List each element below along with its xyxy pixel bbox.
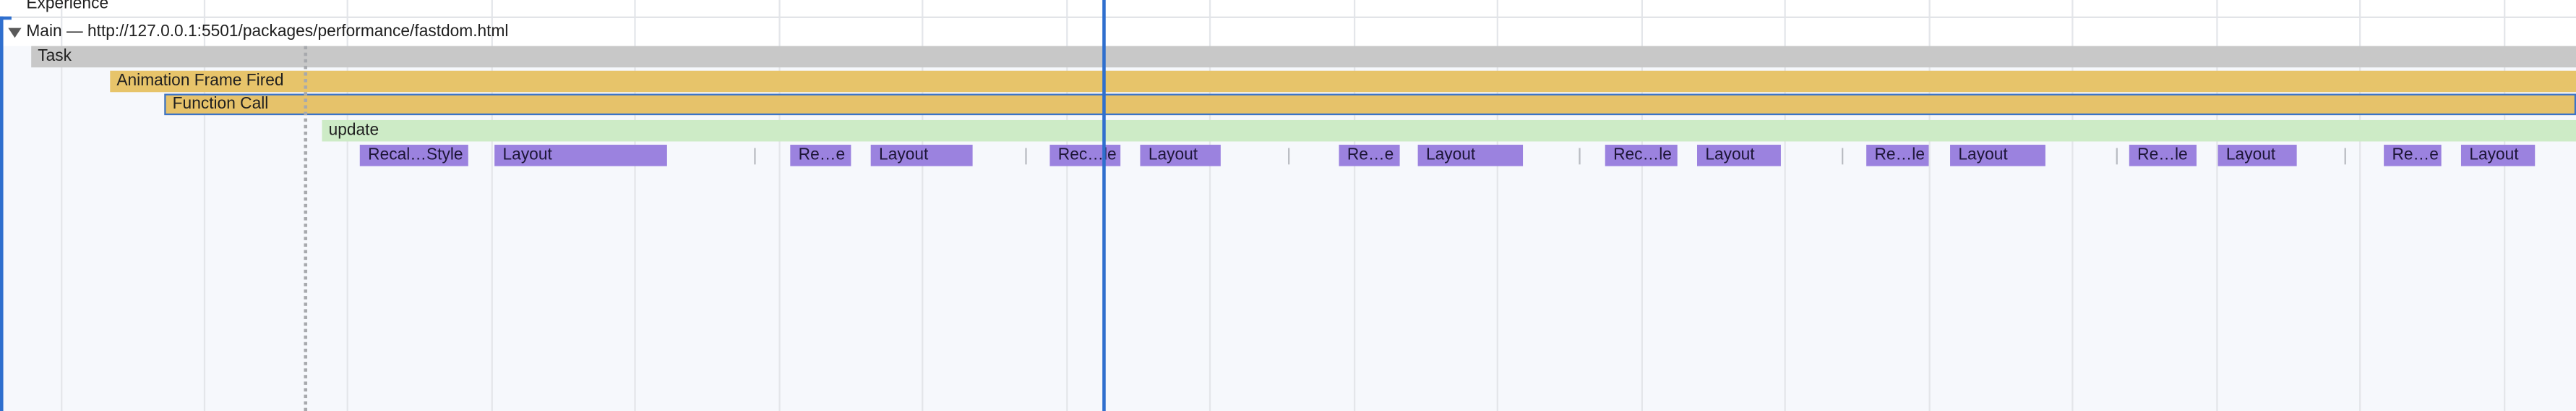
track-selection-bracket (0, 16, 12, 411)
header-divider (0, 16, 2576, 19)
recalculate-style-event[interactable]: Recal…Style (359, 145, 468, 166)
function-call-bar[interactable]: Function Call (164, 93, 2576, 116)
recalculate-style-event[interactable]: Re…e (790, 145, 851, 166)
recalculate-style-event[interactable]: Re…le (2129, 145, 2197, 166)
layout-event[interactable]: Layout (1140, 145, 1221, 166)
recalculate-style-event[interactable]: Re…e (2384, 145, 2442, 166)
timeline-cursor[interactable] (1102, 0, 1106, 411)
frame-start-marker (304, 46, 308, 411)
layout-event[interactable]: Layout (1417, 145, 1524, 166)
task-bar[interactable]: Task (31, 46, 2576, 68)
recalculate-style-event[interactable]: Re…le (1866, 145, 1929, 166)
layout-event[interactable]: Layout (1950, 145, 2045, 166)
section-label: Experience (26, 0, 109, 14)
layout-event[interactable]: Layout (494, 145, 667, 166)
layout-event[interactable]: Layout (2460, 145, 2536, 166)
layout-event[interactable]: Layout (1697, 145, 1781, 166)
layout-event[interactable]: Layout (2217, 145, 2297, 166)
performance-flame-chart[interactable]: Experience Main — http://127.0.0.1:5501/… (0, 0, 2576, 411)
animation-frame-fired-bar[interactable]: Animation Frame Fired (110, 70, 2576, 93)
update-bar[interactable]: update (322, 119, 2576, 142)
recalculate-style-event[interactable]: Rec…le (1605, 145, 1678, 166)
layout-event[interactable]: Layout (870, 145, 973, 166)
main-thread-title[interactable]: Main — http://127.0.0.1:5501/packages/pe… (26, 23, 508, 41)
recalculate-style-event[interactable]: Rec…le (1049, 145, 1121, 166)
recalculate-style-event[interactable]: Re…e (1339, 145, 1400, 166)
